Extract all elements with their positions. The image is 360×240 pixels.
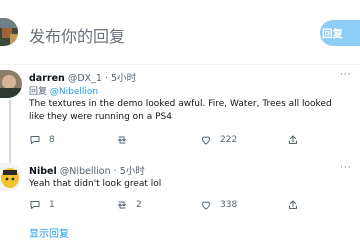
avatar[interactable] bbox=[0, 70, 22, 98]
author-name[interactable]: Nibel bbox=[29, 166, 57, 177]
comment-icon bbox=[30, 201, 40, 209]
comment-button[interactable]: 1 bbox=[29, 199, 55, 211]
comment-icon bbox=[30, 136, 40, 144]
author-handle[interactable]: @Nibellion bbox=[60, 166, 111, 177]
retweet-count: 2 bbox=[136, 200, 142, 210]
reply-button[interactable]: 回复 bbox=[320, 20, 360, 46]
compose-avatar bbox=[0, 18, 18, 46]
author-handle[interactable]: @DX_1 bbox=[68, 73, 102, 84]
tweet-time[interactable]: · 5小时 bbox=[114, 166, 145, 177]
retweet-icon bbox=[118, 201, 126, 209]
more-options-button[interactable]: ··· bbox=[340, 163, 352, 173]
comment-button[interactable]: 8 bbox=[29, 134, 55, 146]
divider bbox=[0, 64, 360, 65]
like-button[interactable]: 338 bbox=[200, 199, 237, 211]
author-name[interactable]: darren bbox=[29, 73, 65, 84]
share-button[interactable] bbox=[287, 134, 299, 146]
like-count: 222 bbox=[220, 135, 238, 145]
like-count: 338 bbox=[220, 200, 238, 210]
more-options-button[interactable]: ··· bbox=[340, 70, 352, 80]
share-icon bbox=[289, 135, 297, 144]
like-icon bbox=[202, 136, 210, 145]
replying-to: 回复 @Nibellion bbox=[29, 84, 98, 97]
like-button[interactable]: 222 bbox=[200, 134, 237, 146]
show-replies-link[interactable]: 显示回复 bbox=[29, 225, 69, 240]
retweet-icon bbox=[118, 136, 126, 144]
author-line: darren @DX_1 · 5小时 bbox=[29, 70, 136, 84]
mention-link[interactable]: @Nibellion bbox=[50, 87, 98, 97]
comment-count: 8 bbox=[49, 135, 55, 145]
retweet-button[interactable] bbox=[116, 134, 128, 146]
tweet-time[interactable]: · 5小时 bbox=[105, 73, 136, 84]
share-button[interactable] bbox=[287, 199, 299, 211]
comment-count: 1 bbox=[49, 200, 55, 210]
reply-compose-input[interactable]: 发布你的回复 bbox=[29, 23, 125, 47]
tweet-text: The textures in the demo looked awful. F… bbox=[29, 99, 332, 122]
like-icon bbox=[202, 201, 210, 210]
replying-to-label: 回复 bbox=[29, 87, 48, 97]
share-icon bbox=[289, 200, 297, 209]
avatar[interactable] bbox=[0, 163, 22, 191]
tweet-text: Yeah that didn't look great lol bbox=[29, 179, 162, 189]
thread-line bbox=[9, 100, 11, 164]
author-line: Nibel @Nibellion · 5小时 bbox=[29, 163, 145, 177]
retweet-button[interactable]: 2 bbox=[116, 199, 142, 211]
